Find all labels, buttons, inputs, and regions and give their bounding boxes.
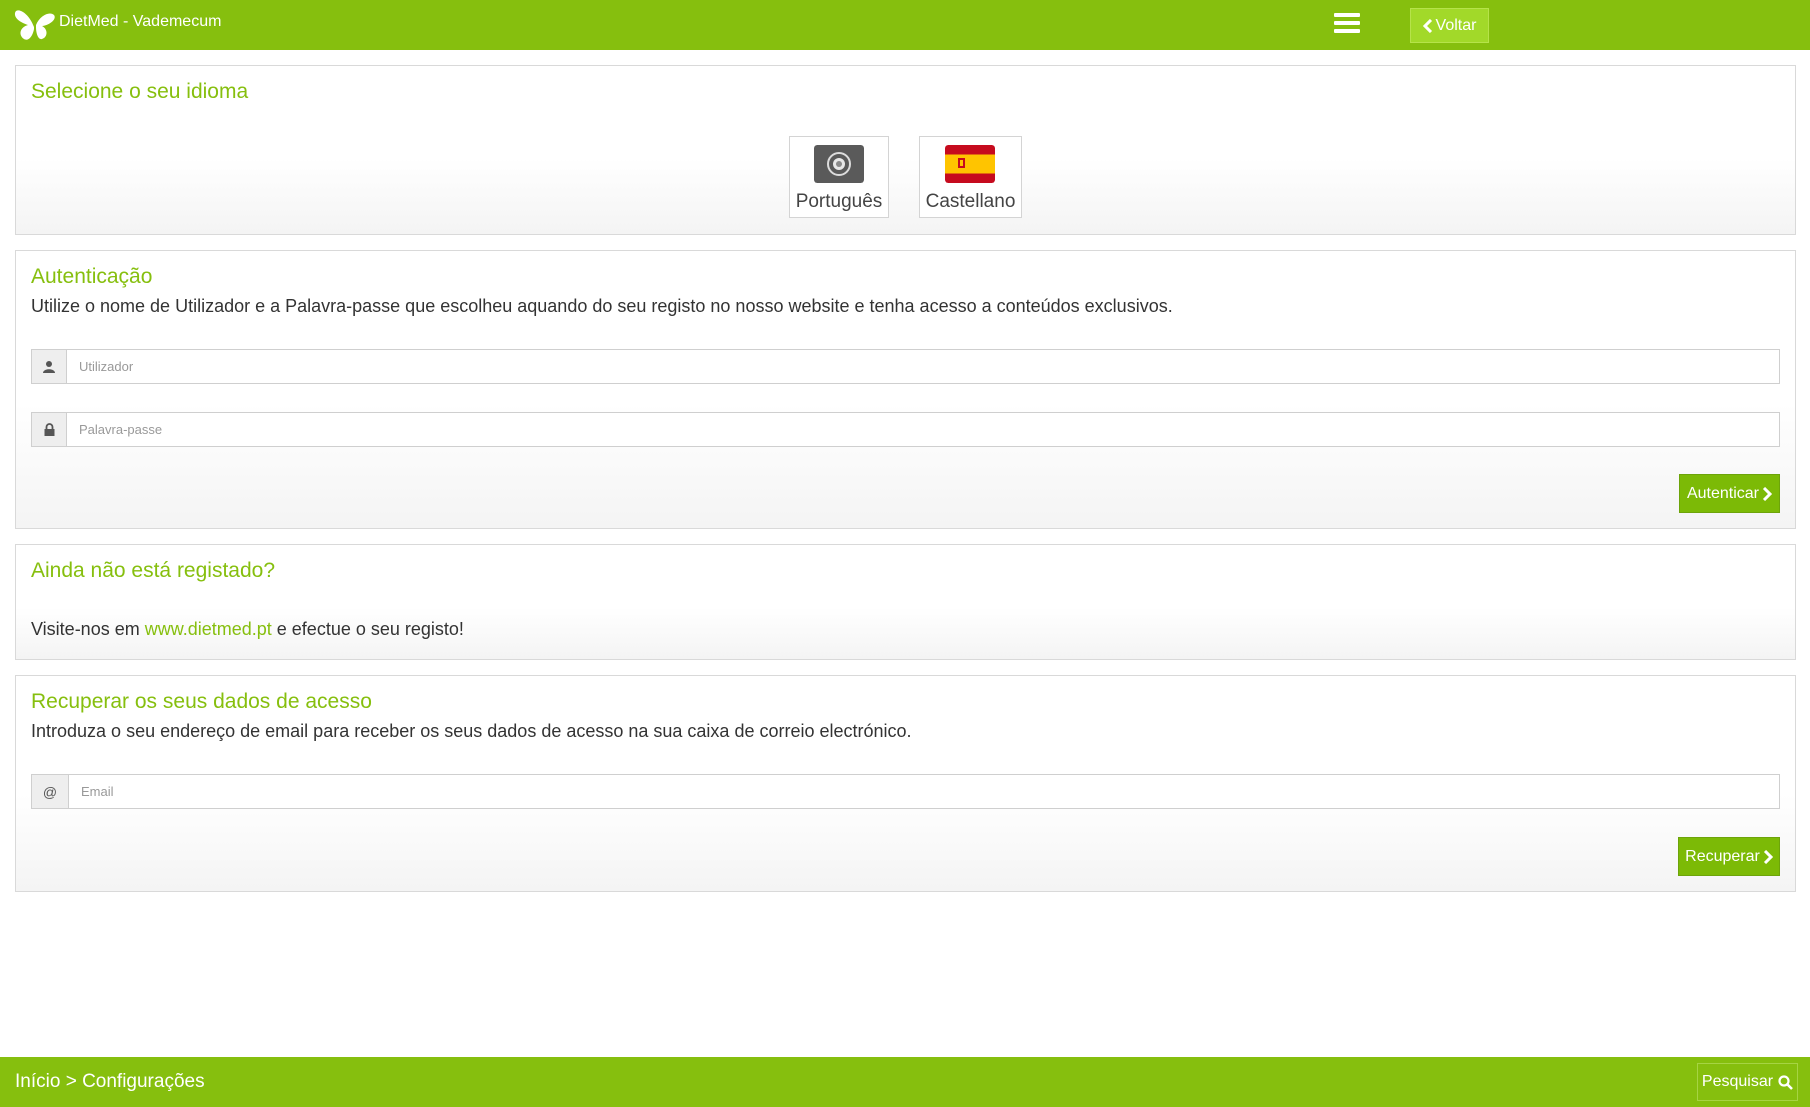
spain-flag-icon — [945, 145, 995, 183]
recover-description: Introduza o seu endereço de email para r… — [31, 721, 912, 741]
butterfly-logo-icon — [14, 10, 55, 40]
chevron-left-icon — [1422, 18, 1432, 33]
authenticate-button[interactable]: Autenticar — [1679, 474, 1780, 513]
password-input-group — [31, 412, 1780, 447]
recover-panel: Recuperar os seus dados de acesso Introd… — [15, 675, 1796, 892]
language-label: Castellano — [925, 191, 1016, 212]
app-title: DietMed - Vademecum — [59, 13, 222, 30]
hamburger-menu-icon[interactable] — [1334, 13, 1360, 35]
footer-bar: Início > Configurações Pesquisar — [0, 1057, 1810, 1107]
register-panel-title: Ainda não está registado? — [31, 559, 276, 582]
top-bar: DietMed - Vademecum Voltar — [0, 0, 1810, 50]
authentication-description: Utilize o nome de Utilizador e a Palavra… — [31, 296, 1173, 316]
language-panel: Selecione o seu idioma Português Castell… — [15, 65, 1796, 235]
chevron-right-icon — [1762, 486, 1773, 501]
recover-button-label: Recuperar — [1685, 847, 1760, 865]
language-option-spanish[interactable]: Castellano — [919, 136, 1022, 218]
recover-button[interactable]: Recuperar — [1678, 837, 1780, 876]
back-button[interactable]: Voltar — [1410, 8, 1489, 43]
lock-icon — [32, 413, 67, 446]
search-icon — [1778, 1074, 1793, 1090]
chevron-right-icon — [1763, 849, 1773, 864]
breadcrumb: Início > Configurações — [15, 1071, 205, 1092]
language-label: Português — [795, 191, 883, 212]
password-input[interactable] — [67, 413, 1779, 446]
register-text-before: Visite-nos em — [31, 619, 145, 639]
authenticate-button-label: Autenticar — [1686, 484, 1760, 502]
portugal-flag-icon — [814, 145, 864, 183]
register-text: Visite-nos em www.dietmed.pt e efectue o… — [31, 619, 464, 640]
search-button[interactable]: Pesquisar — [1697, 1063, 1798, 1101]
recover-panel-title: Recuperar os seus dados de acesso — [31, 690, 372, 713]
register-text-after: e efectue o seu registo! — [271, 619, 464, 639]
username-input[interactable] — [67, 350, 1779, 383]
register-panel: Ainda não está registado? Visite-nos em … — [15, 544, 1796, 660]
username-input-group — [31, 349, 1780, 384]
language-panel-title: Selecione o seu idioma — [31, 80, 249, 103]
at-sign-icon: @ — [32, 775, 69, 808]
authentication-panel: Autenticação Utilize o nome de Utilizado… — [15, 250, 1796, 529]
email-input-group: @ — [31, 774, 1780, 809]
email-input[interactable] — [69, 775, 1779, 808]
dietmed-website-link[interactable]: www.dietmed.pt — [145, 619, 272, 639]
search-button-label: Pesquisar — [1701, 1073, 1774, 1090]
authentication-panel-title: Autenticação — [31, 265, 153, 288]
user-icon — [32, 350, 67, 383]
back-button-label: Voltar — [1435, 16, 1477, 34]
language-option-portuguese[interactable]: Português — [789, 136, 889, 218]
